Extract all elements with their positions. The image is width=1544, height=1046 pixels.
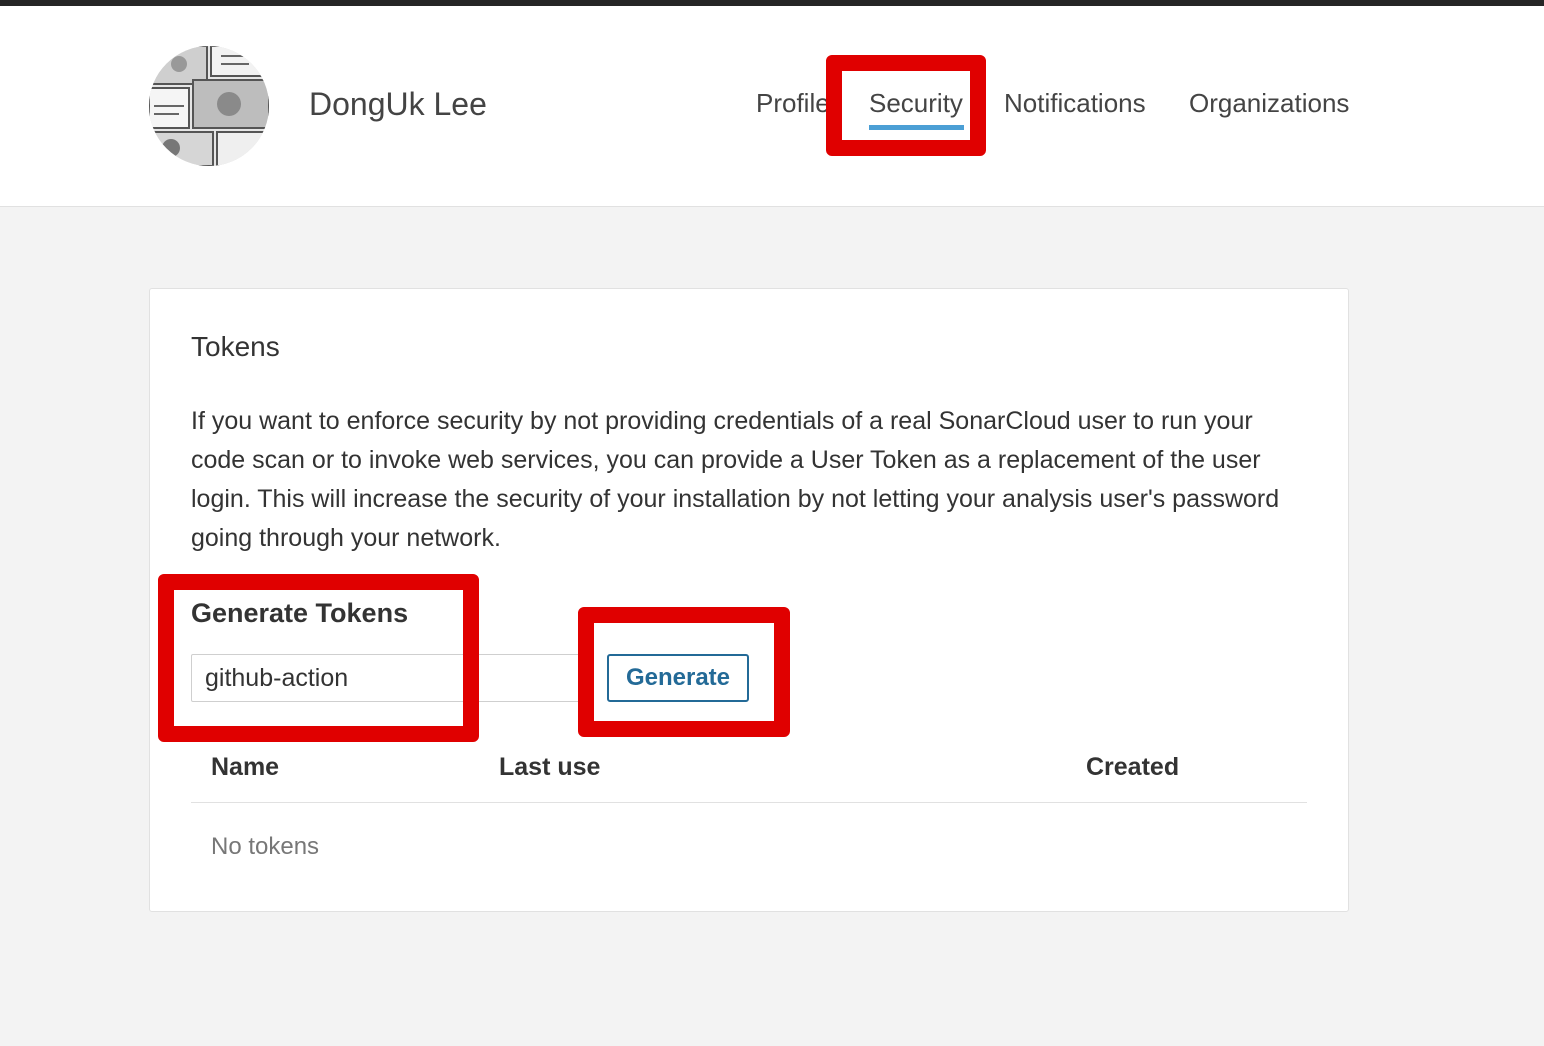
user-name: DongUk Lee xyxy=(309,86,487,122)
generate-button[interactable]: Generate xyxy=(607,654,749,702)
table-divider xyxy=(191,802,1307,803)
avatar xyxy=(149,46,269,166)
column-header-created: Created xyxy=(1086,753,1180,781)
account-header: DongUk Lee Profile Security Notification… xyxy=(0,6,1544,207)
tab-organizations[interactable]: Organizations xyxy=(1189,88,1349,119)
token-name-input[interactable] xyxy=(191,654,587,702)
tokens-card: Tokens If you want to enforce security b… xyxy=(149,288,1349,912)
tokens-title: Tokens xyxy=(191,331,280,362)
tab-notifications[interactable]: Notifications xyxy=(1004,88,1146,119)
generate-tokens-title: Generate Tokens xyxy=(191,598,409,628)
tab-security[interactable]: Security xyxy=(869,88,963,119)
tokens-description: If you want to enforce security by not p… xyxy=(191,407,1280,552)
active-tab-indicator xyxy=(869,125,964,130)
column-header-name: Name xyxy=(211,753,280,781)
tab-profile[interactable]: Profile xyxy=(756,88,830,119)
column-header-last-use: Last use xyxy=(499,753,601,781)
empty-tokens-message: No tokens xyxy=(211,833,320,860)
